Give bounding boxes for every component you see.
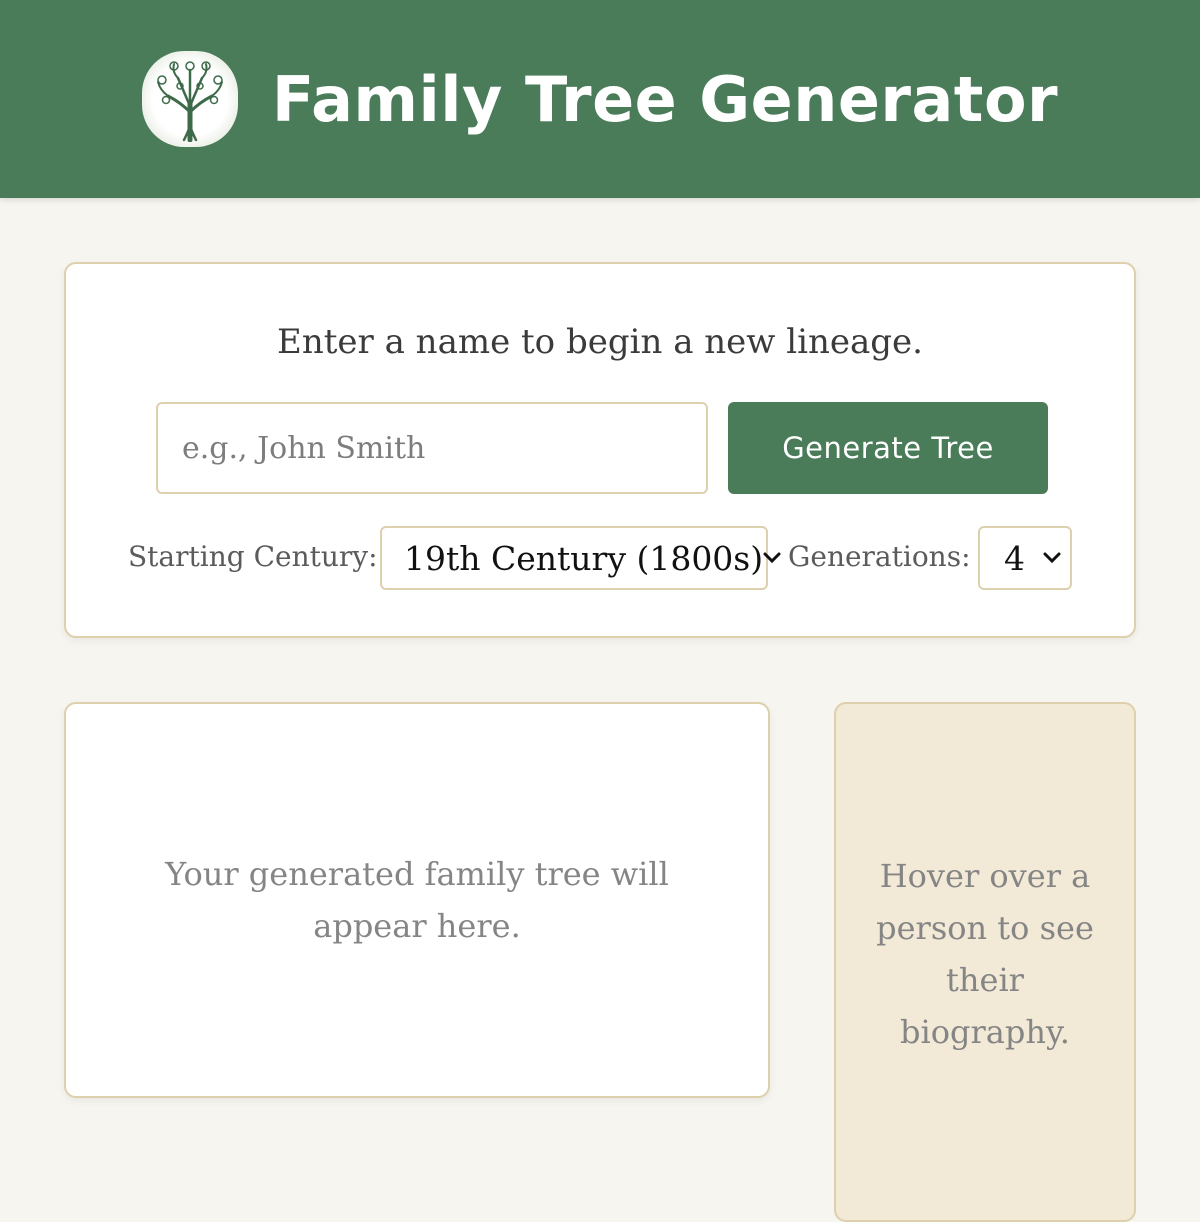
chevron-down-icon	[1034, 552, 1070, 564]
starting-century-select[interactable]: 19th Century (1800s)	[380, 526, 781, 590]
generations-select[interactable]: 4	[978, 526, 1072, 590]
starting-century-label: Starting Century:	[128, 540, 378, 573]
generations-label: Generations:	[788, 540, 971, 573]
biography-placeholder-message: Hover over a person to see their biograp…	[876, 857, 1094, 1051]
app-header: Family Tree Generator	[0, 0, 1200, 198]
tree-logo-icon	[141, 51, 238, 147]
biography-panel: Hover over a person to see their biograp…	[834, 702, 1136, 1222]
name-input[interactable]	[156, 402, 708, 494]
generate-tree-button[interactable]: Generate Tree	[728, 402, 1048, 494]
page-title: Family Tree Generator	[271, 62, 1059, 136]
generations-value: 4	[1004, 538, 1025, 578]
form-prompt: Enter a name to begin a new lineage.	[277, 322, 923, 362]
tree-display-panel: Your generated family tree will appear h…	[64, 702, 770, 1098]
lineage-form-card: Enter a name to begin a new lineage. Gen…	[64, 262, 1136, 638]
chevron-down-icon	[763, 552, 781, 564]
starting-century-value: 19th Century (1800s)	[404, 538, 764, 578]
tree-placeholder-message: Your generated family tree will appear h…	[165, 855, 669, 945]
